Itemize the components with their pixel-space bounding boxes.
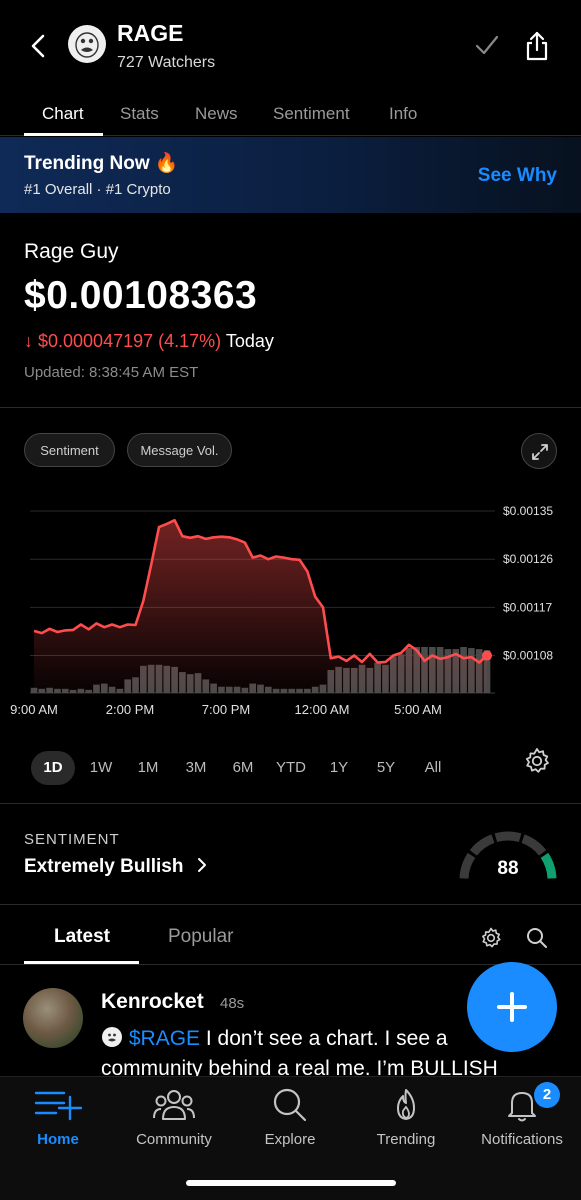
token-logo bbox=[68, 25, 106, 63]
watch-check-icon[interactable] bbox=[474, 33, 500, 59]
price-change: ↓ $0.000047197 (4.17%) Today bbox=[24, 331, 274, 352]
chart-settings-icon[interactable] bbox=[522, 746, 552, 776]
sentiment-value-text: Extremely Bullish bbox=[24, 856, 184, 877]
nav-explore-label: Explore bbox=[264, 1131, 316, 1148]
sentiment-value[interactable]: Extremely Bullish bbox=[24, 856, 209, 878]
chart-x-tick-label: 2:00 PM bbox=[106, 702, 154, 717]
nav-community[interactable]: Community bbox=[116, 1087, 232, 1148]
feed-search-icon[interactable] bbox=[526, 926, 548, 950]
tab-news[interactable]: News bbox=[195, 104, 238, 124]
range-ytd[interactable]: YTD bbox=[269, 751, 313, 785]
range-1w[interactable]: 1W bbox=[79, 751, 123, 785]
divider bbox=[0, 904, 581, 905]
chart-y-tick-label: $0.00117 bbox=[503, 600, 552, 614]
nav-community-label: Community bbox=[136, 1131, 212, 1148]
chevron-right-icon bbox=[197, 858, 206, 872]
chart-y-tick-label: $0.00135 bbox=[503, 504, 553, 518]
chart-x-tick-label: 9:00 AM bbox=[10, 702, 58, 717]
current-price: $0.00108363 bbox=[24, 274, 258, 317]
compose-button[interactable] bbox=[467, 962, 557, 1052]
avatar[interactable] bbox=[23, 988, 83, 1048]
see-why-link[interactable]: See Why bbox=[478, 165, 557, 187]
feed-tab-popular[interactable]: Popular bbox=[168, 926, 234, 948]
trending-banner[interactable]: Trending Now 🔥 #1 Overall · #1 Crypto Se… bbox=[0, 137, 581, 213]
token-symbol: RAGE bbox=[117, 20, 184, 46]
expand-icon bbox=[532, 444, 548, 460]
tab-info[interactable]: Info bbox=[389, 104, 417, 124]
range-1d[interactable]: 1D bbox=[31, 751, 75, 785]
price-change-value: ↓ $0.000047197 (4.17%) bbox=[24, 331, 222, 351]
token-name: Rage Guy bbox=[24, 240, 119, 263]
gauge-segment bbox=[521, 834, 547, 856]
nav-explore[interactable]: Explore bbox=[232, 1087, 348, 1148]
range-6m[interactable]: 6M bbox=[221, 751, 265, 785]
plus-icon bbox=[497, 992, 527, 1022]
gauge-segment bbox=[459, 852, 476, 879]
range-3m[interactable]: 3M bbox=[174, 751, 218, 785]
tab-sentiment[interactable]: Sentiment bbox=[273, 104, 350, 124]
chart-y-tick-label: $0.00126 bbox=[503, 552, 553, 566]
price-area bbox=[34, 520, 487, 693]
gauge-segment bbox=[469, 834, 495, 856]
price-change-period: Today bbox=[225, 331, 274, 351]
sentiment-score: 88 bbox=[497, 858, 519, 879]
nav-trending[interactable]: Trending bbox=[348, 1087, 464, 1148]
post-time: 48s bbox=[220, 995, 245, 1012]
tab-stats[interactable]: Stats bbox=[120, 104, 159, 124]
home-icon bbox=[34, 1091, 82, 1121]
watchers-count: 727 Watchers bbox=[117, 54, 216, 71]
gauge-segment bbox=[494, 831, 522, 843]
active-tab-indicator bbox=[24, 133, 103, 136]
trending-title: Trending Now 🔥 bbox=[24, 153, 179, 174]
back-icon[interactable] bbox=[28, 30, 50, 62]
gauge-segment bbox=[540, 852, 557, 879]
chart-x-tick-label: 12:00 AM bbox=[295, 702, 350, 717]
chart-x-tick-label: 7:00 PM bbox=[202, 702, 250, 717]
range-all[interactable]: All bbox=[411, 751, 455, 785]
updated-time: Updated: 8:38:45 AM EST bbox=[24, 364, 199, 381]
tab-chart[interactable]: Chart bbox=[42, 104, 84, 124]
sentiment-label: SENTIMENT bbox=[24, 831, 120, 848]
sentiment-chip[interactable]: Sentiment bbox=[24, 433, 115, 467]
divider bbox=[0, 803, 581, 804]
nav-notifications-label: Notifications bbox=[481, 1131, 563, 1148]
detail-tabs: Chart Stats News Sentiment Info bbox=[0, 90, 581, 136]
range-1y[interactable]: 1Y bbox=[317, 751, 361, 785]
flame-icon bbox=[397, 1089, 415, 1120]
post-author[interactable]: Kenrocket bbox=[101, 990, 204, 1014]
rage-token-icon bbox=[102, 1027, 122, 1047]
trending-rankings: #1 Overall · #1 Crypto bbox=[24, 181, 171, 198]
nav-home[interactable]: Home bbox=[0, 1087, 116, 1148]
community-icon bbox=[153, 1090, 195, 1120]
notifications-badge: 2 bbox=[534, 1082, 560, 1108]
range-1m[interactable]: 1M bbox=[126, 751, 170, 785]
share-icon[interactable] bbox=[524, 30, 550, 62]
last-price-dot bbox=[482, 650, 492, 661]
chart-x-tick-label: 5:00 AM bbox=[394, 702, 442, 717]
feed-settings-icon[interactable] bbox=[479, 926, 503, 950]
nav-home-label: Home bbox=[37, 1131, 79, 1148]
expand-chart-button[interactable] bbox=[521, 433, 557, 469]
price-chart[interactable]: $0.00135 $0.00126 $0.00117 $0.00108 9:00 AM… bbox=[0, 495, 581, 725]
cashtag-link[interactable]: $RAGE bbox=[129, 1027, 200, 1050]
divider bbox=[0, 407, 581, 408]
feed-tab-latest[interactable]: Latest bbox=[54, 926, 110, 948]
home-indicator bbox=[186, 1180, 396, 1186]
search-icon bbox=[273, 1088, 307, 1122]
range-5y[interactable]: 5Y bbox=[364, 751, 408, 785]
chart-y-tick-label: $0.00108 bbox=[503, 649, 553, 663]
message-volume-chip[interactable]: Message Vol. bbox=[127, 433, 232, 467]
nav-notifications[interactable]: Notifications bbox=[464, 1087, 580, 1148]
nav-trending-label: Trending bbox=[376, 1131, 436, 1148]
